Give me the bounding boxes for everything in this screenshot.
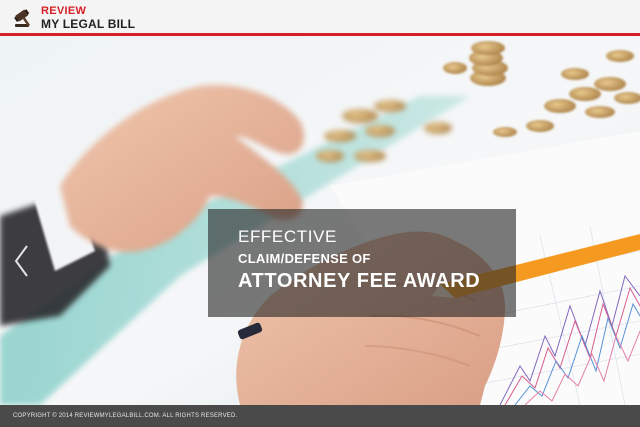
hero-slider: EFFECTIVE CLAIM/DEFENSE OF ATTORNEY FEE … — [0, 36, 640, 405]
logo-line-review: REVIEW — [41, 5, 87, 17]
footer-copyright: COPYRIGHT © 2014 REVIEWMYLEGALBILL.COM. … — [13, 413, 238, 419]
caption-line-2: CLAIM/DEFENSE OF — [238, 251, 371, 266]
gavel-icon — [12, 7, 36, 29]
site-header: REVIEW MY LEGAL BILL — [0, 0, 640, 36]
caption-line-1: EFFECTIVE — [238, 227, 337, 246]
site-footer: COPYRIGHT © 2014 REVIEWMYLEGALBILL.COM. … — [0, 405, 640, 427]
logo-line-brand: MY LEGAL BILL — [41, 17, 136, 31]
hero-caption-box: EFFECTIVE CLAIM/DEFENSE OF ATTORNEY FEE … — [208, 209, 516, 317]
caption-line-3: ATTORNEY FEE AWARD — [238, 270, 481, 292]
site-logo[interactable]: REVIEW MY LEGAL BILL — [12, 4, 135, 32]
logo-text: REVIEW MY LEGAL BILL — [41, 5, 136, 31]
slider-prev-button[interactable] — [12, 244, 30, 278]
chevron-left-icon — [12, 244, 30, 278]
